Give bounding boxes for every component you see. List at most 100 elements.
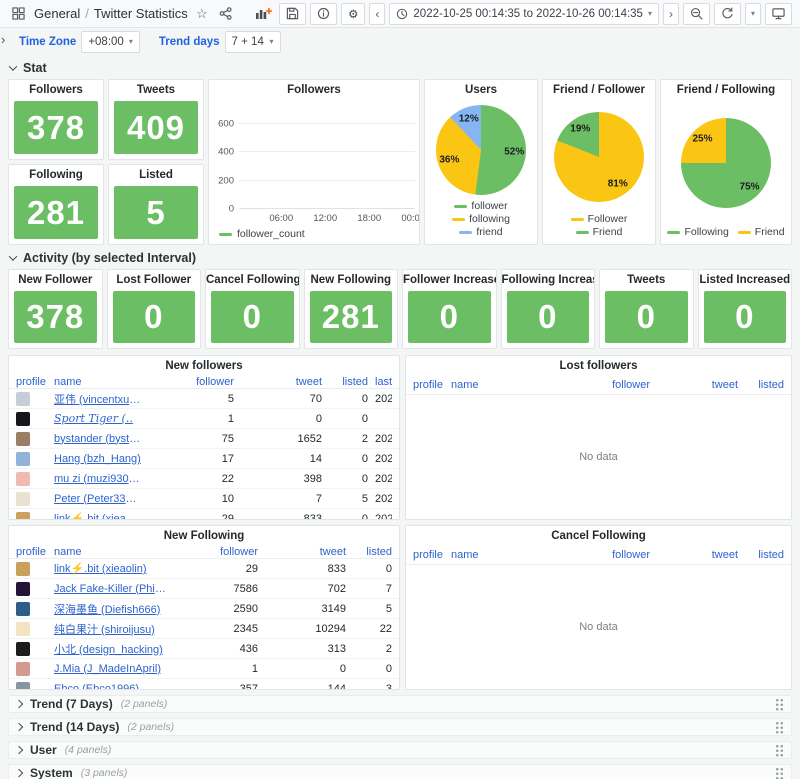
column-header-tweet[interactable]: tweet (650, 549, 738, 561)
profile-link[interactable]: Peter (Peter332167... (54, 493, 142, 505)
panel-title[interactable]: Listed Increased (699, 270, 792, 290)
chart-plot-area[interactable]: 020040060006:0012:0018:0000:00 (239, 110, 415, 209)
panel-title[interactable]: Tweets (600, 270, 693, 290)
dashboard-row-user[interactable]: User(4 panels) (8, 741, 792, 759)
table-title[interactable]: New followers (9, 356, 399, 376)
panel-title[interactable]: Lost Follower (108, 270, 201, 290)
panel-title[interactable]: Follower Increased (403, 270, 496, 290)
expand-menu-icon[interactable]: › (1, 32, 5, 47)
column-header-follower[interactable]: follower (564, 549, 650, 561)
profile-link[interactable]: bystander (bystand... (54, 433, 142, 445)
legend-label-follower-count[interactable]: follower_count (237, 228, 305, 240)
column-header-profile[interactable]: profile (413, 549, 451, 561)
profile-link[interactable]: link⚡.bit (xieaolin) (54, 562, 166, 575)
avatar (16, 412, 30, 426)
panel-title[interactable]: Following (9, 165, 103, 185)
tv-mode-icon[interactable] (765, 3, 792, 25)
dashboard-row-system[interactable]: System(3 panels) (8, 764, 792, 779)
panel-title[interactable]: Users (425, 80, 537, 100)
column-header-profile[interactable]: profile (413, 379, 451, 391)
info-icon[interactable] (310, 3, 337, 25)
dashboard-row-trend-7-days[interactable]: Trend (7 Days)(2 panels) (8, 695, 792, 713)
column-header-listed[interactable]: listed (738, 379, 784, 391)
panel-title[interactable]: New Following (305, 270, 398, 290)
profile-link[interactable]: 深海墨鱼 (Diefish666) (54, 601, 166, 617)
column-header-listed[interactable]: listed (738, 549, 784, 561)
time-back-button[interactable]: ‹ (369, 3, 385, 25)
panel-title[interactable]: Followers (9, 80, 103, 100)
legend-item-following[interactable]: Following (667, 226, 728, 238)
panel-title[interactable]: Listed (109, 165, 203, 185)
avatar (16, 392, 30, 406)
share-icon[interactable] (216, 3, 236, 25)
profile-link[interactable]: J.Mia (J_MadeInApril) (54, 663, 166, 675)
profile-link[interactable]: link⚡.bit (xieaolin) (54, 512, 142, 520)
zoom-out-icon[interactable] (683, 3, 710, 25)
time-range-picker[interactable]: 2022-10-25 00:14:35 to 2022-10-26 00:14:… (389, 3, 659, 25)
row-panel-count: (2 panels) (121, 698, 168, 710)
panel-title[interactable]: New Follower (9, 270, 102, 290)
profile-link[interactable]: Hang (bzh_Hang) (54, 453, 142, 465)
drag-handle-icon[interactable] (775, 744, 784, 757)
dashboards-grid-icon[interactable] (8, 3, 28, 25)
table-title[interactable]: Cancel Following (406, 526, 791, 546)
panel-title[interactable]: Tweets (109, 80, 203, 100)
profile-link[interactable]: Ebco (Ebco1996) (54, 683, 166, 691)
table-title[interactable]: Lost followers (406, 356, 791, 376)
panel-title[interactable]: Friend / Following (661, 80, 791, 100)
column-header-listed[interactable]: listed (322, 376, 368, 388)
row-header-activity[interactable]: Activity (by selected Interval) (0, 245, 800, 269)
table-title[interactable]: New Following (9, 526, 399, 546)
legend-item-follower[interactable]: Follower (571, 213, 628, 225)
row-header-stat[interactable]: Stat (0, 55, 800, 79)
legend-item-following[interactable]: following (452, 213, 510, 225)
column-header-tweet[interactable]: tweet (234, 376, 322, 388)
breadcrumb-folder[interactable]: General (34, 6, 80, 21)
dashboard-row-trend-14-days[interactable]: Trend (14 Days)(2 panels) (8, 718, 792, 736)
profile-link[interactable]: 纯白果汁 (shiroijusu) (54, 621, 166, 637)
drag-handle-icon[interactable] (775, 767, 784, 779)
column-header-profile[interactable]: profile (16, 546, 54, 558)
column-header-name[interactable]: name (54, 376, 148, 388)
legend-item-friend[interactable]: Friend (738, 226, 785, 238)
profile-link[interactable]: 亚伟 (vincentxu1318) (54, 391, 142, 407)
legend-item-friend[interactable]: friend (459, 226, 502, 238)
column-header-tweet[interactable]: tweet (258, 546, 346, 558)
column-header-name[interactable]: name (451, 549, 564, 561)
row-title: User (30, 743, 57, 757)
drag-handle-icon[interactable] (775, 698, 784, 711)
profile-link[interactable]: mu zi (muzi930409... (54, 473, 142, 485)
drag-handle-icon[interactable] (775, 721, 784, 734)
column-header-follower[interactable]: follower (148, 376, 234, 388)
column-header-name[interactable]: name (54, 546, 172, 558)
refresh-interval-dropdown[interactable]: ▾ (745, 3, 761, 25)
legend-item-friend[interactable]: Friend (576, 226, 623, 238)
panel-title[interactable]: Followers (209, 80, 419, 100)
gear-icon[interactable]: ⚙ (341, 3, 365, 25)
panel-title[interactable]: Cancel Following (206, 270, 299, 290)
breadcrumb[interactable]: General / Twitter Statistics (34, 6, 188, 21)
profile-link[interactable]: Jack Fake-Killer (Phish... (54, 583, 166, 595)
column-header-listed[interactable]: listed (346, 546, 392, 558)
profile-link[interactable]: Sport Tiger (.. (54, 412, 142, 425)
table-row: 深海墨鱼 (Diefish666)259031495 (9, 599, 399, 619)
column-header-follower[interactable]: follower (172, 546, 258, 558)
column-header-last[interactable]: last (368, 376, 392, 388)
column-header-follower[interactable]: follower (564, 379, 650, 391)
save-dashboard-icon[interactable] (279, 3, 306, 25)
dashboard-title[interactable]: Twitter Statistics (94, 6, 188, 21)
timezone-select[interactable]: +08:00 ▾ (81, 31, 140, 53)
column-header-profile[interactable]: profile (16, 376, 54, 388)
y-axis-tick: 400 (218, 147, 234, 158)
star-icon[interactable]: ☆ (192, 3, 212, 25)
legend-item-follower[interactable]: follower (454, 200, 507, 212)
profile-link[interactable]: 小北 (design_hacking) (54, 641, 166, 657)
refresh-icon[interactable] (714, 3, 741, 25)
trend-days-select[interactable]: 7 + 14 ▾ (225, 31, 281, 53)
panel-title[interactable]: Following Increased (502, 270, 595, 290)
panel-title[interactable]: Friend / Follower (543, 80, 655, 100)
add-panel-icon[interactable] (252, 3, 275, 25)
column-header-name[interactable]: name (451, 379, 564, 391)
column-header-tweet[interactable]: tweet (650, 379, 738, 391)
time-forward-button[interactable]: › (663, 3, 679, 25)
